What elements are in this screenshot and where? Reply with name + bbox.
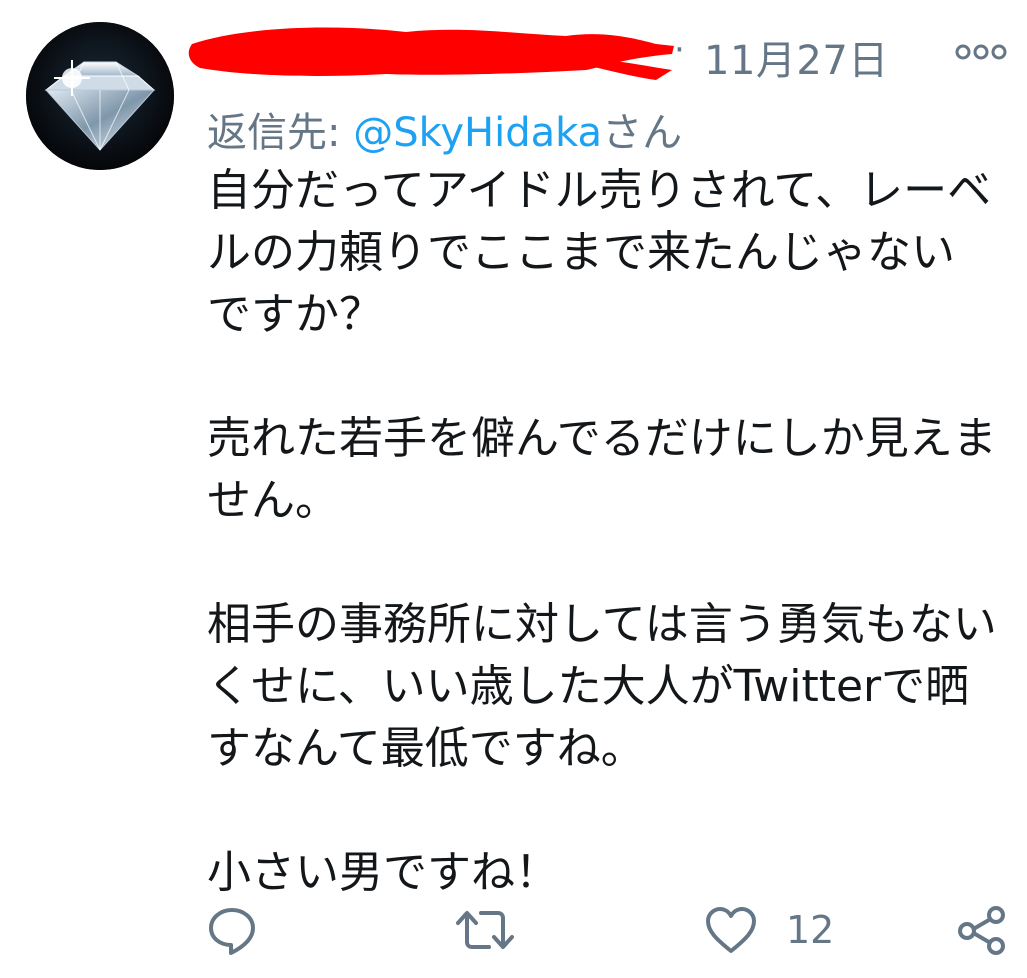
like-button[interactable]: 12: [704, 900, 834, 960]
reply-icon: [209, 908, 255, 955]
tweet[interactable]: · 11月27日 返信先: @SkyHidakaさん 自分だってアイドル売りされ…: [0, 0, 1027, 978]
tweet-body: 自分だってアイドル売りされて、レーベルの力頼りでここまで来たんじゃないですか？ …: [207, 160, 997, 904]
date-separator: ·: [674, 30, 685, 70]
tweet-paragraph: 自分だってアイドル売りされて、レーベルの力頼りでここまで来たんじゃないですか？: [207, 165, 992, 340]
more-options-button[interactable]: [950, 32, 1012, 72]
reply-to-prefix: 返信先:: [207, 110, 354, 156]
diamond-avatar-image: [26, 22, 174, 170]
share-button[interactable]: [956, 900, 1008, 960]
tweet-actions: 12: [0, 890, 1027, 970]
reply-button[interactable]: [206, 900, 258, 960]
tweet-date[interactable]: 11月27日: [704, 28, 889, 86]
heart-icon: [706, 907, 756, 953]
share-icon: [958, 906, 1005, 955]
like-count: 12: [786, 908, 835, 952]
avatar[interactable]: [26, 22, 174, 170]
retweet-button[interactable]: [455, 900, 515, 960]
retweet-icon: [456, 911, 514, 949]
reply-to-suffix: さん: [602, 110, 683, 156]
reply-to-line: 返信先: @SkyHidakaさん: [207, 100, 682, 158]
more-horizontal-icon: [955, 44, 1007, 60]
redacted-username: [188, 27, 674, 80]
tweet-paragraph: 相手の事務所に対しては言う勇気もないくせに、いい歳した大人がTwitterで晒す…: [207, 599, 997, 774]
reply-to-mention[interactable]: @SkyHidaka: [353, 110, 602, 156]
tweet-paragraph: 売れた若手を僻んでるだけにしか見えません。: [207, 413, 997, 526]
tweet-header: · 11月27日: [186, 22, 1016, 84]
